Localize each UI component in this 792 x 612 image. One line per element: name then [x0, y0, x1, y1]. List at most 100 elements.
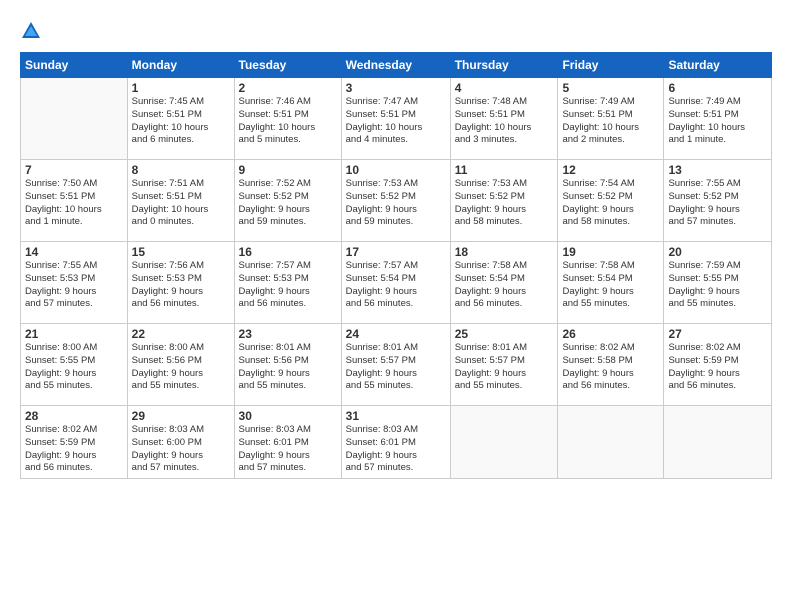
calendar-cell: 1Sunrise: 7:45 AM Sunset: 5:51 PM Daylig… — [127, 78, 234, 160]
header — [20, 18, 772, 42]
calendar-cell — [21, 78, 128, 160]
day-info: Sunrise: 7:54 AM Sunset: 5:52 PM Dayligh… — [562, 178, 659, 229]
day-number: 25 — [455, 327, 554, 341]
calendar-cell: 10Sunrise: 7:53 AM Sunset: 5:52 PM Dayli… — [341, 160, 450, 242]
day-number: 22 — [132, 327, 230, 341]
day-info: Sunrise: 8:03 AM Sunset: 6:01 PM Dayligh… — [239, 424, 337, 475]
calendar-cell: 31Sunrise: 8:03 AM Sunset: 6:01 PM Dayli… — [341, 406, 450, 479]
weekday-header-row: SundayMondayTuesdayWednesdayThursdayFrid… — [21, 53, 772, 78]
day-number: 15 — [132, 245, 230, 259]
week-row-5: 28Sunrise: 8:02 AM Sunset: 5:59 PM Dayli… — [21, 406, 772, 479]
logo — [20, 18, 46, 42]
day-info: Sunrise: 8:03 AM Sunset: 6:00 PM Dayligh… — [132, 424, 230, 475]
day-number: 26 — [562, 327, 659, 341]
calendar-cell — [450, 406, 558, 479]
day-number: 23 — [239, 327, 337, 341]
day-info: Sunrise: 7:55 AM Sunset: 5:53 PM Dayligh… — [25, 260, 123, 311]
day-number: 10 — [346, 163, 446, 177]
day-info: Sunrise: 7:49 AM Sunset: 5:51 PM Dayligh… — [668, 96, 767, 147]
week-row-1: 1Sunrise: 7:45 AM Sunset: 5:51 PM Daylig… — [21, 78, 772, 160]
calendar-cell: 27Sunrise: 8:02 AM Sunset: 5:59 PM Dayli… — [664, 324, 772, 406]
day-info: Sunrise: 7:53 AM Sunset: 5:52 PM Dayligh… — [346, 178, 446, 229]
weekday-tuesday: Tuesday — [234, 53, 341, 78]
calendar-cell: 25Sunrise: 8:01 AM Sunset: 5:57 PM Dayli… — [450, 324, 558, 406]
day-info: Sunrise: 8:00 AM Sunset: 5:55 PM Dayligh… — [25, 342, 123, 393]
day-info: Sunrise: 7:57 AM Sunset: 5:53 PM Dayligh… — [239, 260, 337, 311]
calendar-cell: 14Sunrise: 7:55 AM Sunset: 5:53 PM Dayli… — [21, 242, 128, 324]
calendar-cell: 6Sunrise: 7:49 AM Sunset: 5:51 PM Daylig… — [664, 78, 772, 160]
week-row-2: 7Sunrise: 7:50 AM Sunset: 5:51 PM Daylig… — [21, 160, 772, 242]
calendar-cell: 2Sunrise: 7:46 AM Sunset: 5:51 PM Daylig… — [234, 78, 341, 160]
day-number: 12 — [562, 163, 659, 177]
day-info: Sunrise: 8:02 AM Sunset: 5:58 PM Dayligh… — [562, 342, 659, 393]
calendar-cell: 16Sunrise: 7:57 AM Sunset: 5:53 PM Dayli… — [234, 242, 341, 324]
day-info: Sunrise: 8:01 AM Sunset: 5:57 PM Dayligh… — [346, 342, 446, 393]
calendar-cell — [558, 406, 664, 479]
day-number: 8 — [132, 163, 230, 177]
calendar-cell: 7Sunrise: 7:50 AM Sunset: 5:51 PM Daylig… — [21, 160, 128, 242]
calendar-cell: 26Sunrise: 8:02 AM Sunset: 5:58 PM Dayli… — [558, 324, 664, 406]
day-number: 30 — [239, 409, 337, 423]
day-number: 27 — [668, 327, 767, 341]
day-number: 16 — [239, 245, 337, 259]
day-info: Sunrise: 7:45 AM Sunset: 5:51 PM Dayligh… — [132, 96, 230, 147]
calendar-cell: 30Sunrise: 8:03 AM Sunset: 6:01 PM Dayli… — [234, 406, 341, 479]
day-number: 19 — [562, 245, 659, 259]
calendar-cell: 29Sunrise: 8:03 AM Sunset: 6:00 PM Dayli… — [127, 406, 234, 479]
day-info: Sunrise: 8:03 AM Sunset: 6:01 PM Dayligh… — [346, 424, 446, 475]
day-number: 9 — [239, 163, 337, 177]
day-info: Sunrise: 7:58 AM Sunset: 5:54 PM Dayligh… — [562, 260, 659, 311]
day-number: 24 — [346, 327, 446, 341]
weekday-friday: Friday — [558, 53, 664, 78]
day-info: Sunrise: 7:52 AM Sunset: 5:52 PM Dayligh… — [239, 178, 337, 229]
calendar: SundayMondayTuesdayWednesdayThursdayFrid… — [20, 52, 772, 479]
calendar-cell: 4Sunrise: 7:48 AM Sunset: 5:51 PM Daylig… — [450, 78, 558, 160]
calendar-cell: 5Sunrise: 7:49 AM Sunset: 5:51 PM Daylig… — [558, 78, 664, 160]
day-info: Sunrise: 8:00 AM Sunset: 5:56 PM Dayligh… — [132, 342, 230, 393]
day-info: Sunrise: 7:50 AM Sunset: 5:51 PM Dayligh… — [25, 178, 123, 229]
week-row-4: 21Sunrise: 8:00 AM Sunset: 5:55 PM Dayli… — [21, 324, 772, 406]
day-info: Sunrise: 7:46 AM Sunset: 5:51 PM Dayligh… — [239, 96, 337, 147]
day-info: Sunrise: 7:53 AM Sunset: 5:52 PM Dayligh… — [455, 178, 554, 229]
day-info: Sunrise: 7:58 AM Sunset: 5:54 PM Dayligh… — [455, 260, 554, 311]
day-number: 18 — [455, 245, 554, 259]
calendar-header: SundayMondayTuesdayWednesdayThursdayFrid… — [21, 53, 772, 78]
calendar-cell: 3Sunrise: 7:47 AM Sunset: 5:51 PM Daylig… — [341, 78, 450, 160]
calendar-cell: 21Sunrise: 8:00 AM Sunset: 5:55 PM Dayli… — [21, 324, 128, 406]
calendar-cell: 20Sunrise: 7:59 AM Sunset: 5:55 PM Dayli… — [664, 242, 772, 324]
calendar-cell: 9Sunrise: 7:52 AM Sunset: 5:52 PM Daylig… — [234, 160, 341, 242]
day-info: Sunrise: 8:01 AM Sunset: 5:56 PM Dayligh… — [239, 342, 337, 393]
calendar-cell: 11Sunrise: 7:53 AM Sunset: 5:52 PM Dayli… — [450, 160, 558, 242]
day-number: 4 — [455, 81, 554, 95]
calendar-body: 1Sunrise: 7:45 AM Sunset: 5:51 PM Daylig… — [21, 78, 772, 479]
day-number: 14 — [25, 245, 123, 259]
calendar-cell: 12Sunrise: 7:54 AM Sunset: 5:52 PM Dayli… — [558, 160, 664, 242]
calendar-cell: 18Sunrise: 7:58 AM Sunset: 5:54 PM Dayli… — [450, 242, 558, 324]
calendar-cell: 17Sunrise: 7:57 AM Sunset: 5:54 PM Dayli… — [341, 242, 450, 324]
day-info: Sunrise: 7:57 AM Sunset: 5:54 PM Dayligh… — [346, 260, 446, 311]
day-number: 6 — [668, 81, 767, 95]
day-info: Sunrise: 7:56 AM Sunset: 5:53 PM Dayligh… — [132, 260, 230, 311]
calendar-cell: 24Sunrise: 8:01 AM Sunset: 5:57 PM Dayli… — [341, 324, 450, 406]
day-number: 1 — [132, 81, 230, 95]
calendar-cell: 13Sunrise: 7:55 AM Sunset: 5:52 PM Dayli… — [664, 160, 772, 242]
day-info: Sunrise: 8:01 AM Sunset: 5:57 PM Dayligh… — [455, 342, 554, 393]
weekday-thursday: Thursday — [450, 53, 558, 78]
week-row-3: 14Sunrise: 7:55 AM Sunset: 5:53 PM Dayli… — [21, 242, 772, 324]
day-info: Sunrise: 7:51 AM Sunset: 5:51 PM Dayligh… — [132, 178, 230, 229]
calendar-cell: 19Sunrise: 7:58 AM Sunset: 5:54 PM Dayli… — [558, 242, 664, 324]
calendar-cell: 22Sunrise: 8:00 AM Sunset: 5:56 PM Dayli… — [127, 324, 234, 406]
day-info: Sunrise: 7:48 AM Sunset: 5:51 PM Dayligh… — [455, 96, 554, 147]
calendar-cell — [664, 406, 772, 479]
weekday-wednesday: Wednesday — [341, 53, 450, 78]
calendar-cell: 28Sunrise: 8:02 AM Sunset: 5:59 PM Dayli… — [21, 406, 128, 479]
day-number: 21 — [25, 327, 123, 341]
day-number: 20 — [668, 245, 767, 259]
day-info: Sunrise: 7:59 AM Sunset: 5:55 PM Dayligh… — [668, 260, 767, 311]
day-number: 31 — [346, 409, 446, 423]
day-number: 7 — [25, 163, 123, 177]
day-number: 29 — [132, 409, 230, 423]
day-info: Sunrise: 7:55 AM Sunset: 5:52 PM Dayligh… — [668, 178, 767, 229]
day-number: 13 — [668, 163, 767, 177]
weekday-saturday: Saturday — [664, 53, 772, 78]
